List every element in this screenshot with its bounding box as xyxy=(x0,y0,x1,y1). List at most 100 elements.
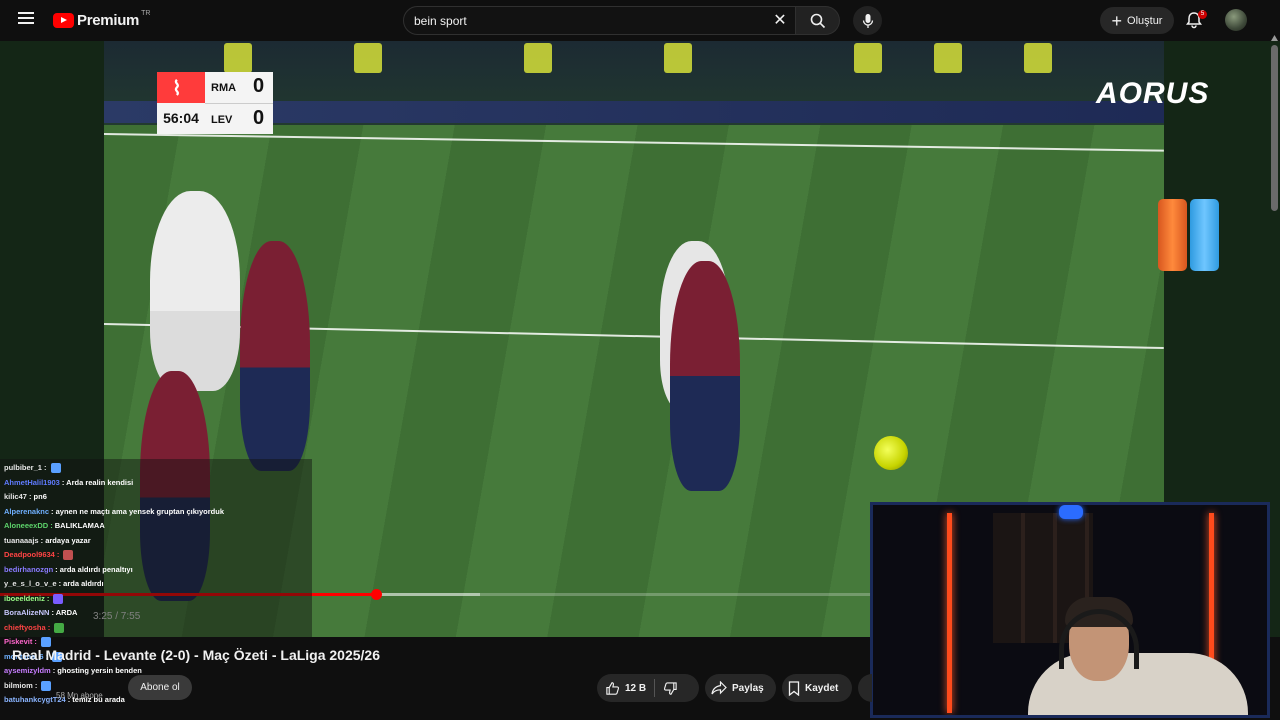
chat-message: Piskevit : xyxy=(4,637,51,648)
account-avatar[interactable] xyxy=(1225,9,1247,31)
chat-message: y_e_s_l_o_v_e: arda aldırdı xyxy=(4,579,104,588)
chat-username[interactable]: Alperenaknc xyxy=(4,507,49,516)
save-button[interactable]: Kaydet xyxy=(782,674,852,702)
chat-emote-icon xyxy=(54,622,65,633)
player-maroon xyxy=(670,261,740,491)
chat-text: : aynen ne maçtı ama yensek gruptan çıkı… xyxy=(51,506,225,516)
chat-username[interactable]: Deadpool9634 : xyxy=(4,550,59,559)
search-button[interactable] xyxy=(796,6,840,35)
more-actions-button[interactable] xyxy=(858,674,872,702)
chat-username[interactable]: y_e_s_l_o_v_e xyxy=(4,579,57,588)
thumbs-up-icon xyxy=(606,681,620,695)
chat-message: Alperenaknc: aynen ne maçtı ama yensek g… xyxy=(4,507,224,516)
chat-emote-icon xyxy=(53,593,64,604)
chat-message: pulbiber_1 : xyxy=(4,463,61,474)
scroll-up-arrow-icon[interactable] xyxy=(1270,34,1279,42)
subscribe-button[interactable]: Abone ol xyxy=(128,675,192,700)
plus-icon: + xyxy=(1111,10,1123,31)
match-clock: 56:04 xyxy=(157,103,205,134)
chat-username[interactable]: kilic47 : xyxy=(4,492,32,501)
chat-username[interactable]: tuanaaajs xyxy=(4,536,39,545)
bookmark-icon xyxy=(788,680,800,696)
scoreboard: ⌇ RMA 0 LEV 0 56:04 xyxy=(157,72,273,134)
home-team: RMA xyxy=(211,82,237,94)
youtube-watch-page: Premium TR ✕ + Oluştur 5 xyxy=(0,0,1280,720)
chat-message: AloneeexDD : BALIKLAMAA xyxy=(4,521,105,530)
chat-username[interactable]: iboeeldeniz : xyxy=(4,594,49,603)
logo-region: TR xyxy=(141,10,151,17)
like-button[interactable]: 12 B xyxy=(597,674,654,702)
top-bar: Premium TR ✕ + Oluştur 5 xyxy=(0,0,1280,41)
chat-username[interactable]: BoraAlizeNN xyxy=(4,608,49,617)
page-scrollbar[interactable] xyxy=(1271,45,1278,211)
chat-message: tuanaaajs: ardaya yazar xyxy=(4,536,91,545)
chat-username[interactable]: Piskevit : xyxy=(4,637,37,646)
chat-text: : ardaya yazar xyxy=(40,535,91,545)
away-row: LEV 0 xyxy=(205,103,273,134)
create-label: Oluştur xyxy=(1127,14,1163,27)
share-label: Paylaş xyxy=(732,682,764,694)
chat-username[interactable]: aysemizyldm xyxy=(4,666,51,675)
sponsor-logo: AORUS xyxy=(1096,77,1210,110)
chat-emote-icon xyxy=(63,550,74,561)
microphone-icon xyxy=(862,13,873,28)
search-icon xyxy=(810,13,825,28)
search-input[interactable] xyxy=(414,13,754,28)
chat-username[interactable]: chieftyosha : xyxy=(4,623,50,632)
youtube-play-icon xyxy=(53,13,74,28)
chat-message: chieftyosha : xyxy=(4,622,65,633)
away-team: LEV xyxy=(211,114,233,126)
chat-text: : ghosting yersin benden xyxy=(52,666,142,675)
chat-message: bedirhanozgn: arda aldırdı penaltıyı xyxy=(4,565,133,574)
hamburger-menu-icon[interactable] xyxy=(14,9,38,33)
webcam-overlay xyxy=(870,502,1270,718)
video-title: Real Madrid - Levante (2-0) - Maç Özeti … xyxy=(12,647,380,663)
chat-emote-icon xyxy=(40,637,51,648)
share-button[interactable]: Paylaş xyxy=(705,674,776,702)
chat-message: AhmetHalil1903: Arda realin kendisi xyxy=(4,478,133,487)
clear-search-icon[interactable]: ✕ xyxy=(771,12,789,30)
subscriber-count: 58 Mn abone xyxy=(56,691,103,700)
chat-text: BALIKLAMAA xyxy=(54,521,105,530)
home-row: RMA 0 xyxy=(205,72,273,103)
chat-text: pn6 xyxy=(33,492,47,501)
scrubber-handle[interactable] xyxy=(370,589,382,600)
chat-text: : arda aldırdı xyxy=(58,579,104,588)
home-score: 0 xyxy=(253,75,265,97)
chat-username[interactable]: bilmiom : xyxy=(4,681,37,690)
voice-search-button[interactable] xyxy=(853,6,882,35)
chat-message: aysemizyldm: ghosting yersin benden xyxy=(4,666,142,675)
chat-username[interactable]: AhmetHalil1903 xyxy=(4,478,60,487)
player-white xyxy=(150,191,240,391)
chat-message: kilic47 : pn6 xyxy=(4,492,47,501)
like-dislike-group: 12 B xyxy=(597,674,699,702)
chat-message: bilmiom : xyxy=(4,680,52,691)
chat-username[interactable]: pulbiber_1 : xyxy=(4,463,47,472)
football xyxy=(874,436,908,470)
logo-text: Premium xyxy=(77,12,140,29)
thumbs-down-icon xyxy=(664,681,677,695)
like-count: 12 B xyxy=(625,682,647,694)
chat-username[interactable]: AloneeexDD : xyxy=(4,521,53,530)
chat-message: BoraAlizeNN: ARDA xyxy=(4,608,77,617)
save-label: Kaydet xyxy=(805,682,839,694)
share-icon xyxy=(711,681,727,695)
chat-emote-icon xyxy=(50,463,61,474)
frame-emblem-icon xyxy=(1059,505,1083,519)
chat-username[interactable]: bedirhanozgn xyxy=(4,565,53,574)
notification-badge: 5 xyxy=(1198,10,1207,19)
chat-message: iboeeldeniz : xyxy=(4,593,64,604)
chat-text: : Arda realin kendisi xyxy=(61,477,134,487)
youtube-premium-logo[interactable]: Premium TR xyxy=(53,10,151,29)
chat-emote-icon xyxy=(41,680,52,691)
away-score: 0 xyxy=(253,107,265,129)
laliga-logo: ⌇ xyxy=(157,72,205,103)
energy-drink-can xyxy=(1190,199,1219,271)
search-box: ✕ xyxy=(403,6,796,35)
player-maroon xyxy=(240,241,310,471)
dislike-button[interactable] xyxy=(655,674,691,702)
create-button[interactable]: + Oluştur xyxy=(1100,7,1174,34)
chat-message: Deadpool9634 : xyxy=(4,550,74,561)
chat-text: : arda aldırdı penaltıyı xyxy=(55,564,133,574)
chat-text: : ARDA xyxy=(51,608,78,617)
